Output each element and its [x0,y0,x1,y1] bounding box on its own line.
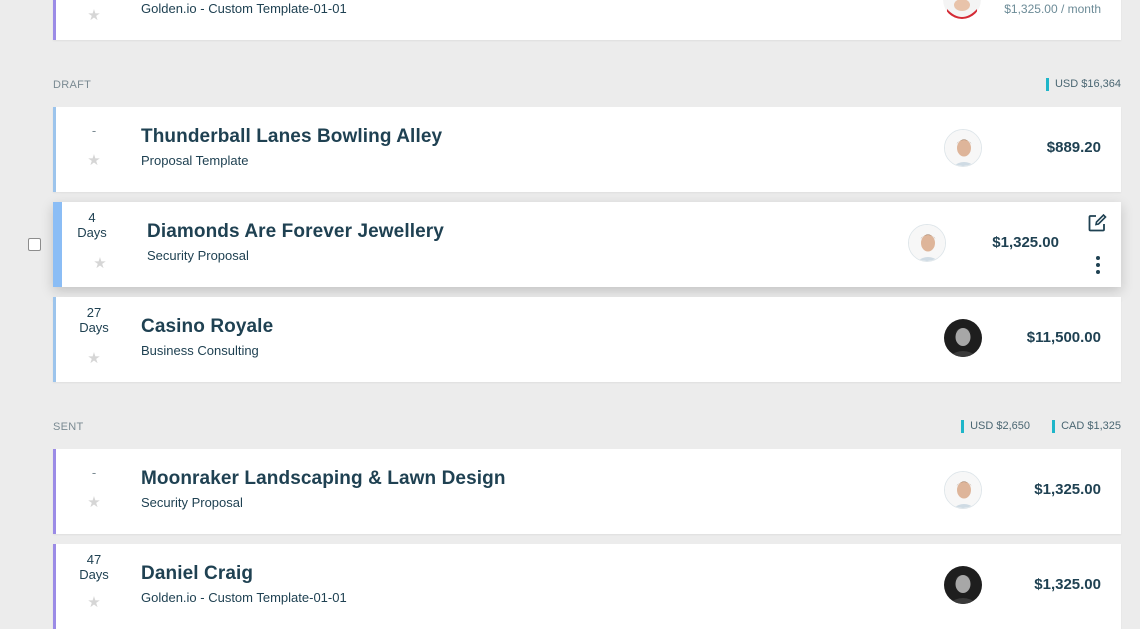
avatar [944,129,982,167]
avatar [908,224,946,262]
proposal-subtitle: Security Proposal [147,248,249,263]
star-icon[interactable]: ★ [62,254,138,272]
proposal-card[interactable]: 4 Days ★ Diamonds Are Forever Jewellery … [53,202,1121,287]
section-label-sent: SENT [53,421,84,433]
proposal-amount: $11,500.00 [1026,329,1101,346]
star-icon[interactable]: ★ [56,493,132,511]
proposal-card[interactable]: 27 Days ★ Casino Royale Business Consult… [53,297,1121,382]
proposal-title[interactable]: Moonraker Landscaping & Lawn Design [141,468,506,490]
proposal-subtitle: Golden.io - Custom Template-01-01 [141,1,347,16]
proposal-card[interactable]: - ★ Thunderball Lanes Bowling Alley Prop… [53,107,1121,192]
star-icon[interactable]: ★ [56,593,132,611]
proposal-subtitle: Proposal Template [141,153,249,168]
proposal-title[interactable]: Daniel Craig [141,563,253,585]
proposal-title[interactable]: Casino Royale [141,316,273,338]
days-counter: - [91,123,97,138]
days-counter: 27 Days [79,305,109,335]
avatar [943,0,981,19]
proposal-subtitle: Business Consulting [141,343,259,358]
recurring-amount: $1,325.00 / month [1004,2,1101,16]
proposal-amount: $1,325.00 [992,234,1059,251]
proposal-amount: $889.20 [1046,139,1101,156]
proposal-card[interactable]: 47 Days ★ Daniel Craig Golden.io - Custo… [53,544,1121,629]
proposal-subtitle: Golden.io - Custom Template-01-01 [141,590,347,605]
proposal-title[interactable]: Thunderball Lanes Bowling Alley [141,126,442,148]
edit-icon[interactable] [1087,213,1107,238]
sent-total-usd: USD $2,650 [961,420,1030,433]
more-vertical-icon[interactable] [1095,255,1101,280]
star-icon[interactable]: ★ [56,6,132,24]
star-icon[interactable]: ★ [56,349,132,367]
avatar [944,471,982,509]
proposal-subtitle: Security Proposal [141,495,243,510]
proposal-title[interactable]: Diamonds Are Forever Jewellery [147,221,444,243]
proposal-card[interactable]: - ★ Moonraker Landscaping & Lawn Design … [53,449,1121,534]
avatar [944,566,982,604]
row-select-checkbox[interactable] [28,238,41,251]
days-counter: 47 Days [79,552,109,582]
draft-total-usd: USD $16,364 [1045,78,1121,91]
proposal-card-top[interactable]: ★ Golden.io - Custom Template-01-01 $1,3… [53,0,1121,40]
proposal-amount: $1,325.00 [1034,576,1101,593]
avatar [944,319,982,357]
days-counter: 4 Days [77,210,107,240]
proposal-amount: $1,325.00 [1034,481,1101,498]
star-icon[interactable]: ★ [56,151,132,169]
section-label-draft: DRAFT [53,79,92,91]
sent-total-cad: CAD $1,325 [1052,420,1121,433]
days-counter: - [91,465,97,480]
